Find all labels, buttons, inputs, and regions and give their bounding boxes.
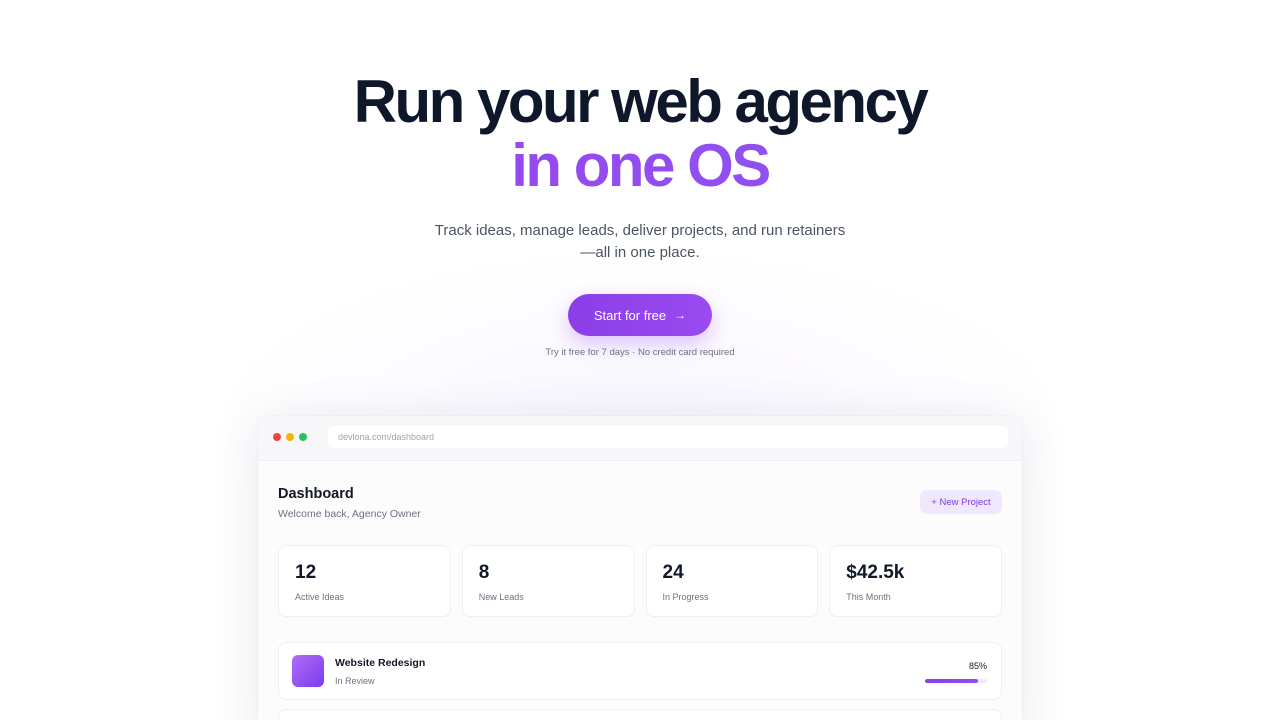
minimize-window-dot [286, 433, 294, 441]
hero-title-line2: in one OS [0, 134, 1280, 198]
stat-value: 12 [295, 562, 317, 583]
dashboard-content: Dashboard Welcome back, Agency Owner + N… [258, 461, 1022, 720]
cta-note: Try it free for 7 days · No credit card … [545, 347, 735, 358]
stats-row: 12 Active Ideas 8 New Leads 24 In Progre… [278, 545, 1002, 617]
browser-toolbar: devlona.com/dashboard [258, 416, 1022, 461]
project-name: Website Redesign [335, 657, 426, 669]
close-window-dot [273, 433, 281, 441]
arrow-right-icon: → [674, 308, 687, 322]
cta-label: Start for free [593, 307, 667, 323]
project-row[interactable] [278, 709, 1002, 720]
dashboard-welcome: Welcome back, Agency Owner [278, 508, 421, 520]
hero-subtitle-line2: —all in one place. [580, 244, 700, 261]
stat-card-active-ideas[interactable]: 12 Active Ideas [278, 545, 451, 617]
hero-subtitle: Track ideas, manage leads, deliver proje… [0, 220, 1280, 264]
stat-card-new-leads[interactable]: 8 New Leads [461, 545, 635, 617]
stat-label: In Progress [662, 592, 709, 602]
project-progress-percent: 85% [968, 661, 987, 671]
stat-label: Active Ideas [295, 592, 345, 602]
dashboard-preview-window: devlona.com/dashboard Dashboard Welcome … [258, 416, 1022, 720]
project-progress-bar [925, 679, 987, 683]
project-thumbnail-icon [292, 655, 324, 687]
start-for-free-button[interactable]: Start for free → [568, 294, 712, 336]
stat-value: 24 [662, 562, 684, 583]
new-project-button[interactable]: + New Project [920, 490, 1002, 514]
hero-title: Run your web agency in one OS [0, 70, 1280, 198]
stat-card-in-progress[interactable]: 24 In Progress [645, 545, 819, 617]
project-progress-fill [925, 679, 978, 683]
stat-label: New Leads [478, 592, 524, 602]
stat-label: This Month [846, 592, 891, 602]
stat-value: 8 [478, 562, 490, 583]
landing-page: Run your web agency in one OS Track idea… [0, 0, 1280, 720]
stat-card-this-month[interactable]: $42.5k This Month [829, 545, 1002, 617]
url-bar[interactable]: devlona.com/dashboard [328, 426, 1008, 448]
maximize-window-dot [299, 433, 307, 441]
hero-subtitle-line1: Track ideas, manage leads, deliver proje… [434, 222, 846, 239]
project-row[interactable]: Website Redesign In Review 85% [278, 642, 1002, 700]
dashboard-title: Dashboard [278, 486, 354, 502]
project-status: In Review [335, 676, 375, 686]
hero-title-line1: Run your web agency [353, 68, 929, 135]
stat-value: $42.5k [846, 562, 905, 583]
